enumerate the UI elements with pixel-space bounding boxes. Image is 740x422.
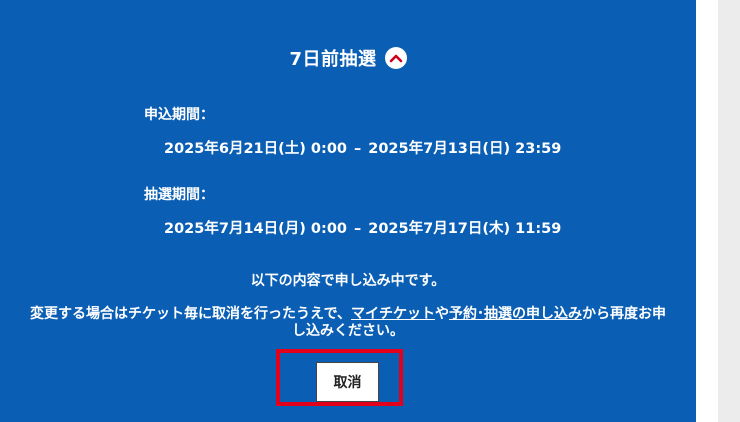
application-period-label: 申込期間：: [144, 107, 214, 123]
lottery-header[interactable]: 7日前抽選: [0, 44, 696, 72]
drawing-period-separator: –: [354, 221, 362, 237]
instructions-text-1: 変更する場合はチケット毎に取消を行ったうえで、: [29, 306, 352, 322]
application-status-notice: 以下の内容で申し込み中です。: [250, 273, 446, 289]
page: 7日前抽選 申込期間： 2025年6月21日(土) 0:00–2025年7月13…: [0, 0, 740, 422]
cancel-button[interactable]: 取消: [316, 362, 379, 402]
my-ticket-link[interactable]: マイチケット: [351, 306, 435, 322]
lottery-panel: 7日前抽選 申込期間： 2025年6月21日(土) 0:00–2025年7月13…: [0, 0, 696, 422]
drawing-period-start: 2025年7月14日(月) 0:00: [164, 221, 347, 237]
application-period-value: 2025年6月21日(土) 0:00–2025年7月13日(日) 23:59: [164, 137, 561, 158]
application-period-start: 2025年6月21日(土) 0:00: [164, 141, 347, 157]
reservation-lottery-application-link[interactable]: 予約･抽選の申し込み: [449, 306, 582, 322]
chevron-up-icon[interactable]: [384, 47, 407, 69]
chevron-up-icon-glyph: [389, 54, 402, 63]
application-period-separator: –: [354, 141, 362, 157]
lottery-title: 7日前抽選: [289, 49, 377, 70]
application-period-end: 2025年7月13日(日) 23:59: [368, 141, 562, 157]
scrollbar-track[interactable]: [718, 0, 740, 422]
drawing-period-label: 抽選期間：: [144, 187, 214, 203]
drawing-period-value: 2025年7月14日(月) 0:00–2025年7月17日(木) 11:59: [164, 217, 561, 238]
drawing-period-end: 2025年7月17日(木) 11:59: [368, 221, 562, 237]
change-instructions: 変更する場合はチケット毎に取消を行ったうえで、マイチケットや予約･抽選の申し込み…: [26, 306, 670, 340]
instructions-text-2: や: [435, 306, 450, 322]
